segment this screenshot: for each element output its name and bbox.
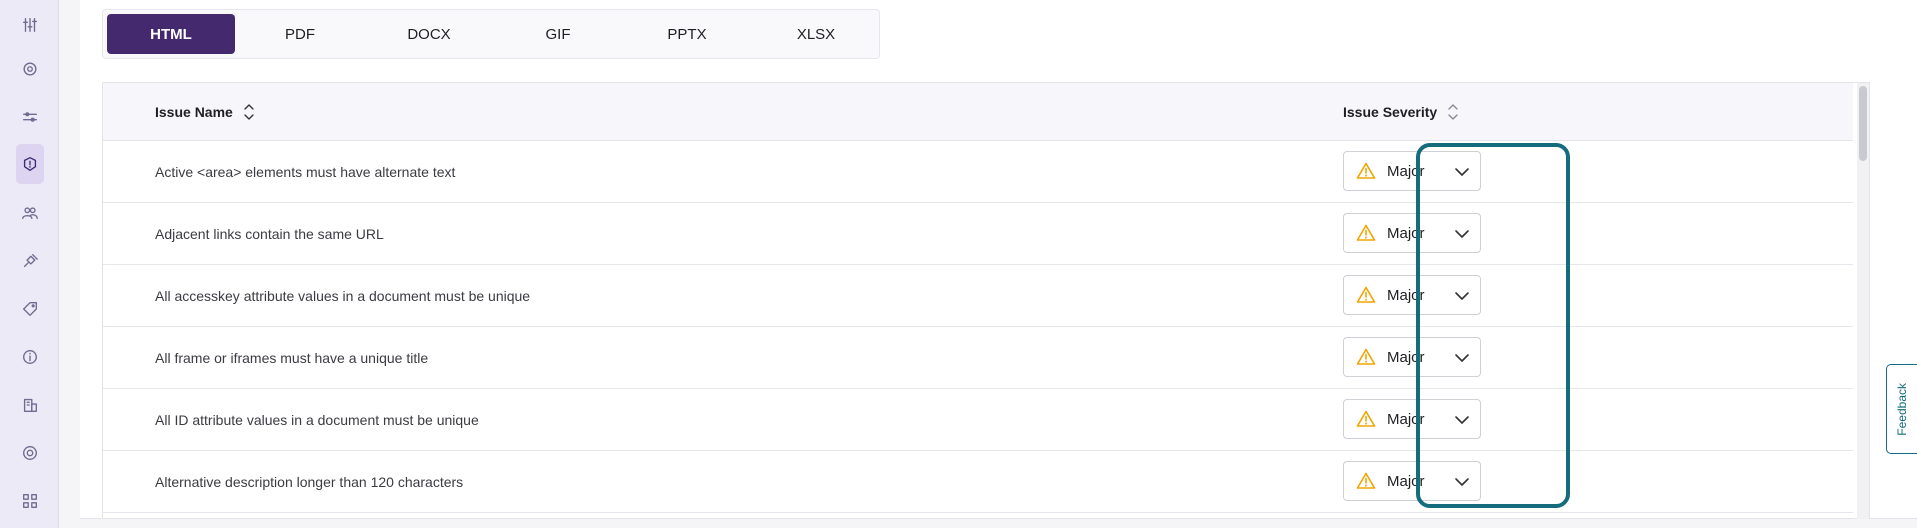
info-icon[interactable] [17,344,43,370]
severity-value: Major [1387,162,1425,180]
side-nav-rail [0,0,59,528]
users-icon[interactable] [17,200,43,226]
issue-name-cell: All ID attribute values in a document mu… [155,411,479,428]
main-panel: HTML PDF DOCX GIF PPTX XLSX Issue Name I… [80,0,1917,519]
chevron-down-icon [1454,164,1470,180]
severity-dropdown[interactable]: Major [1343,275,1481,315]
sort-icon[interactable] [243,101,255,123]
chevron-down-icon [1454,412,1470,428]
severity-dropdown[interactable]: Major [1343,151,1481,191]
warning-triangle-icon [1356,161,1376,181]
tab-xlsx[interactable]: XLSX [752,14,880,54]
tab-pptx[interactable]: PPTX [623,14,751,54]
issue-name-header[interactable]: Issue Name [155,83,255,140]
severity-value: Major [1387,224,1425,242]
feedback-label: Feedback [1895,382,1909,436]
issue-name-cell: Active <area> elements must have alterna… [155,163,456,180]
sort-icon[interactable] [1447,101,1459,123]
issue-name-cell: Alternative description longer than 120 … [155,473,464,490]
target-icon[interactable] [17,440,43,466]
tune-icon[interactable] [17,104,43,130]
scrollbar-thumb[interactable] [1859,86,1867,161]
tab-html[interactable]: HTML [107,14,235,54]
severity-dropdown[interactable]: Major [1343,461,1481,501]
feedback-button[interactable]: Feedback [1886,364,1917,454]
table-row: All ID attribute values in a document mu… [103,389,1853,451]
table-scrollbar[interactable] [1857,83,1869,519]
table-row: Active <area> elements must have alterna… [103,141,1853,203]
severity-value: Major [1387,410,1425,428]
table-row: Adjacent links contain the same URL Major [103,203,1853,265]
sliders-icon[interactable] [17,12,43,38]
warning-triangle-icon [1356,285,1376,305]
severity-value: Major [1387,472,1425,490]
building-icon[interactable] [17,392,43,418]
issue-severity-header-label: Issue Severity [1343,103,1438,120]
issues-icon[interactable] [16,144,44,184]
issue-severity-header[interactable]: Issue Severity [1343,83,1459,140]
chevron-down-icon [1454,226,1470,242]
severity-value: Major [1387,348,1425,366]
chevron-down-icon [1454,288,1470,304]
tab-pdf[interactable]: PDF [236,14,364,54]
apps-grid-icon[interactable] [17,488,43,514]
chevron-down-icon [1454,350,1470,366]
issue-name-cell: Adjacent links contain the same URL [155,225,384,242]
issues-table: Issue Name Issue Severity Active <area> … [102,82,1870,519]
table-row: Alternative description longer than 120 … [103,451,1853,513]
issue-name-header-label: Issue Name [155,103,233,120]
severity-dropdown[interactable]: Major [1343,213,1481,253]
warning-triangle-icon [1356,471,1376,491]
tag-icon[interactable] [17,296,43,322]
warning-triangle-icon [1356,223,1376,243]
tab-docx[interactable]: DOCX [365,14,493,54]
issue-name-cell: All frame or iframes must have a unique … [155,349,429,366]
format-tabs: HTML PDF DOCX GIF PPTX XLSX [102,9,880,59]
warning-triangle-icon [1356,347,1376,367]
severity-dropdown[interactable]: Major [1343,337,1481,377]
issue-name-cell: All accesskey attribute values in a docu… [155,287,531,304]
chevron-down-icon [1454,474,1470,490]
integrations-plug-icon[interactable] [17,248,43,274]
severity-dropdown[interactable]: Major [1343,399,1481,439]
settings-gear-icon[interactable] [17,56,43,82]
severity-value: Major [1387,286,1425,304]
table-header: Issue Name Issue Severity [103,83,1853,141]
table-row: All accesskey attribute values in a docu… [103,265,1853,327]
tab-gif[interactable]: GIF [494,14,622,54]
warning-triangle-icon [1356,409,1376,429]
table-row: All frame or iframes must have a unique … [103,327,1853,389]
